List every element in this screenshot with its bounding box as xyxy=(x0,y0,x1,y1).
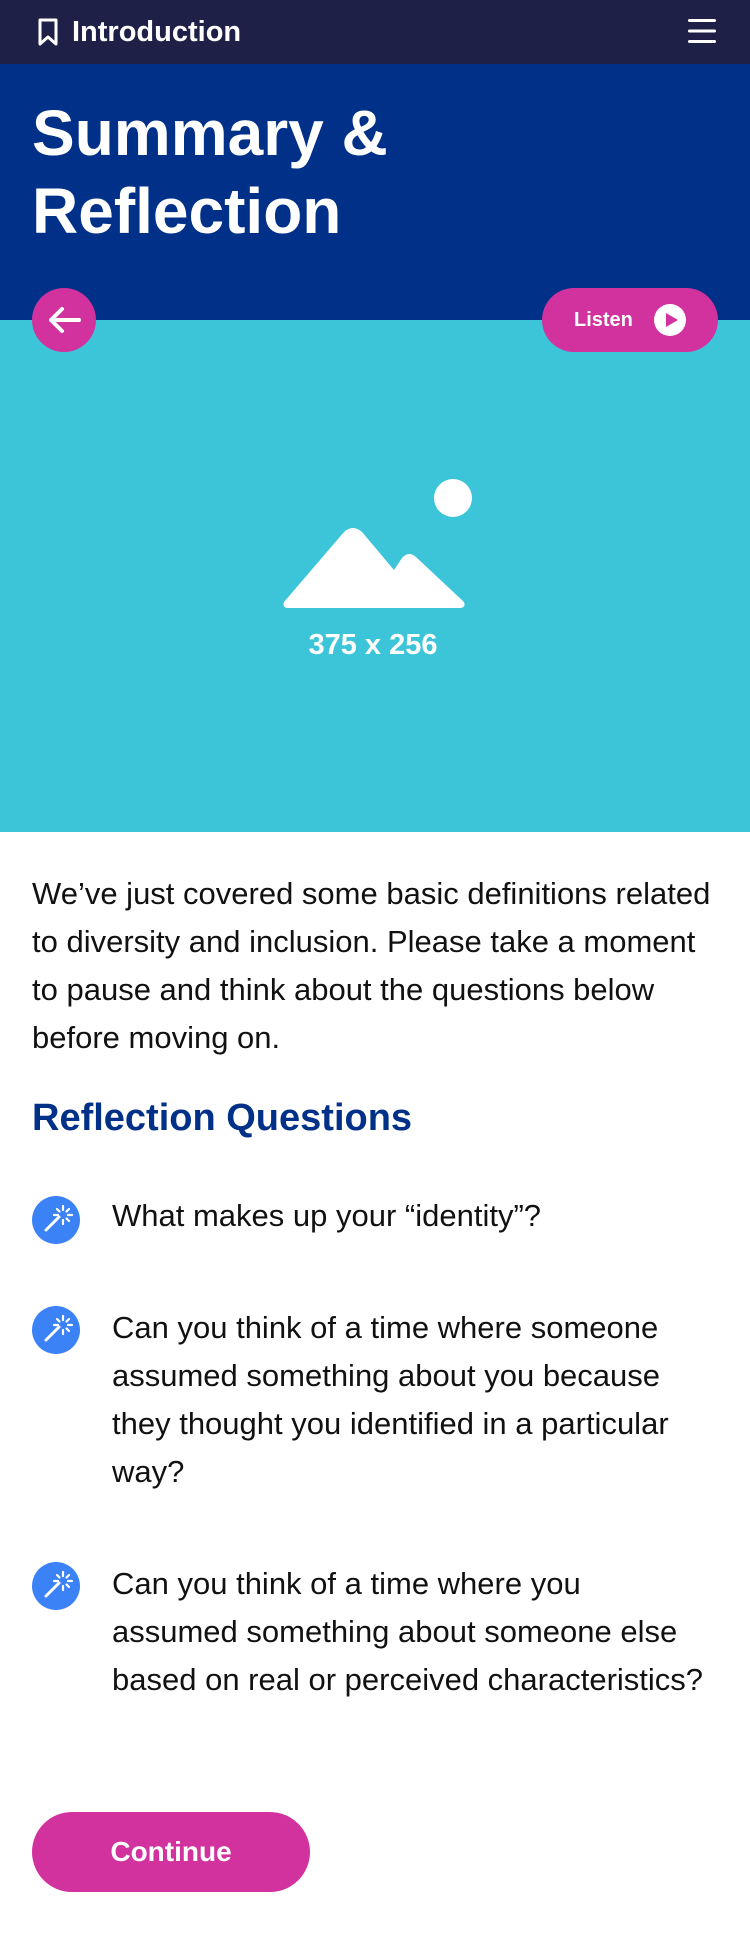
play-icon xyxy=(654,304,686,336)
question-item: Can you think of a time where someone as… xyxy=(112,1310,669,1489)
section-title: Introduction xyxy=(72,16,242,48)
image-placeholder-icon xyxy=(283,479,472,608)
listen-label: Listen xyxy=(574,309,633,331)
question-item: Can you think of a time where you assume… xyxy=(112,1566,704,1697)
hero-banner: Summary & Reflection xyxy=(0,64,750,320)
bookmark-icon[interactable] xyxy=(36,18,60,46)
back-button[interactable] xyxy=(32,288,96,352)
sparkle-wand-icon xyxy=(32,1196,80,1244)
hamburger-menu-icon[interactable] xyxy=(686,16,718,46)
placeholder-dimensions: 375 x 256 xyxy=(308,629,438,661)
top-bar: Introduction xyxy=(0,0,750,64)
reflection-questions-heading: Reflection Questions xyxy=(32,1097,413,1139)
media-placeholder: 375 x 256 xyxy=(0,320,750,832)
question-item: What makes up your “identity”? xyxy=(112,1198,542,1233)
listen-button[interactable]: Listen xyxy=(542,288,718,352)
intro-paragraph: We’ve just covered some basic definition… xyxy=(32,876,711,1055)
sparkle-wand-icon xyxy=(32,1562,80,1610)
continue-button[interactable]: Continue xyxy=(32,1812,310,1892)
sparkle-wand-icon xyxy=(32,1306,80,1354)
page-title: Summary & Reflection xyxy=(32,97,388,247)
arrow-left-icon xyxy=(49,307,81,333)
